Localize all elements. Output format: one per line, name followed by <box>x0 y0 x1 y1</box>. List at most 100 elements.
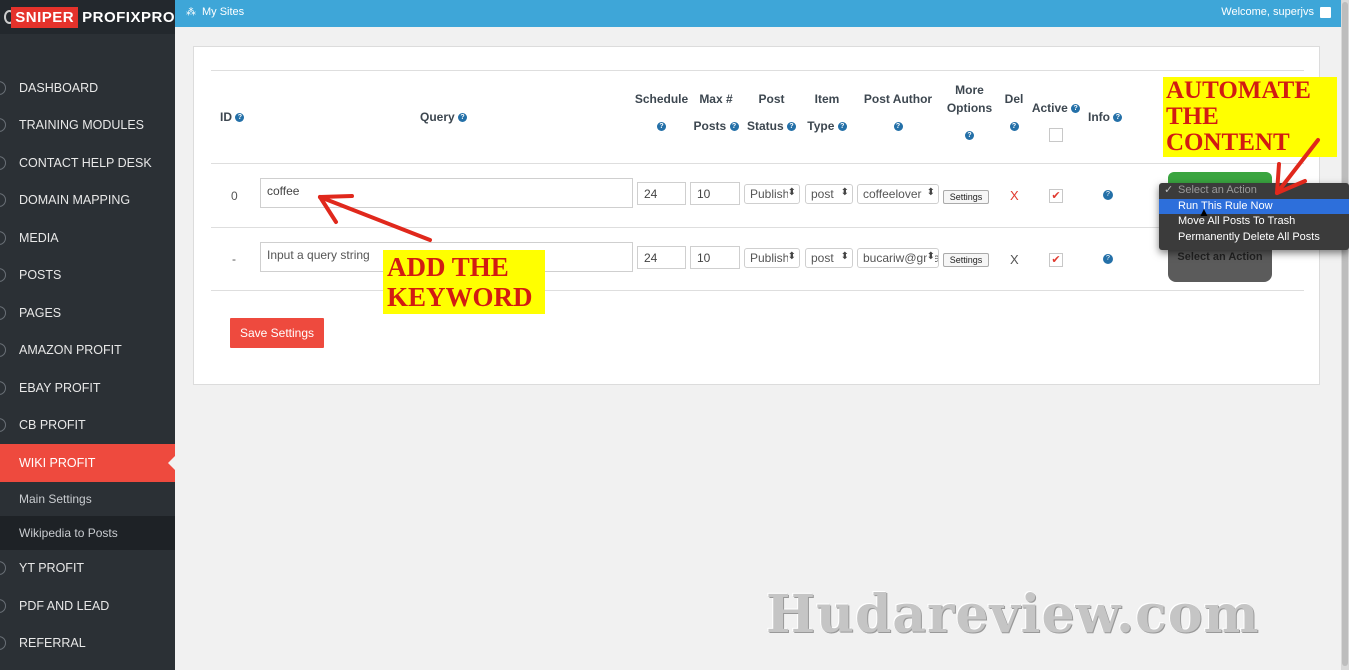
header-post-status: Post Status ? <box>744 90 799 135</box>
info-icon[interactable]: ? <box>1103 254 1113 264</box>
watermark-text: Hudareview.com <box>766 584 1260 645</box>
action-select-label: Select an Action <box>1177 251 1263 263</box>
divider <box>211 290 1304 291</box>
sidebar-subitem-wikipedia-to-posts[interactable]: Wikipedia to Posts <box>0 515 175 550</box>
delete-rule-icon[interactable]: X <box>1010 188 1019 203</box>
help-icon[interactable]: ? <box>1113 113 1123 123</box>
action-dropdown-menu[interactable]: Select an Action Run This Rule Now Move … <box>1159 183 1349 250</box>
circle-icon <box>0 230 6 245</box>
dropdown-option-select-action[interactable]: Select an Action <box>1159 183 1349 199</box>
sidebar-item-posts[interactable]: POSTS <box>0 257 175 295</box>
info-icon[interactable]: ? <box>1103 190 1113 200</box>
page-scrollbar[interactable] <box>1341 0 1349 670</box>
header-schedule: Schedule? <box>634 92 689 132</box>
sidebar-item-label: DOMAIN MAPPING <box>19 193 131 208</box>
sidebar-subitem-label: Wikipedia to Posts <box>19 525 118 540</box>
sidebar-item-ebay-profit[interactable]: EBAY PROFIT <box>0 369 175 407</box>
sidebar-item-dashboard[interactable]: DASHBOARD <box>0 69 175 107</box>
help-icon[interactable]: ? <box>1009 122 1019 132</box>
settings-button[interactable]: Settings <box>943 190 989 204</box>
help-icon[interactable]: ? <box>657 122 666 132</box>
row-id: - <box>232 252 236 266</box>
circle-icon <box>0 636 6 651</box>
sidebar-item-yt-profit[interactable]: YT PROFIT <box>0 550 175 588</box>
welcome-text: Welcome, superjvs <box>1221 6 1314 18</box>
circle-icon <box>0 118 6 133</box>
query-input[interactable]: coffee <box>260 178 633 208</box>
sidebar-subitem-main-settings[interactable]: Main Settings <box>0 482 175 516</box>
dropdown-option-run-rule[interactable]: Run This Rule Now <box>1159 198 1349 214</box>
help-icon[interactable]: ? <box>1071 104 1081 114</box>
circle-icon <box>0 268 6 283</box>
sidebar-item-amazon-profit[interactable]: AMAZON PROFIT <box>0 332 175 370</box>
circle-icon <box>0 80 6 95</box>
header-post-author: Post Author? <box>863 92 933 132</box>
post-status-select[interactable]: Publish <box>744 248 800 268</box>
help-icon[interactable]: ? <box>729 122 739 132</box>
sidebar-item-training-modules[interactable]: TRAINING MODULES <box>0 107 175 145</box>
user-account-menu[interactable]: Welcome, superjvs <box>1221 6 1331 18</box>
sidebar-nav: DASHBOARD TRAINING MODULES CONTACT HELP … <box>0 69 175 662</box>
active-checkbox[interactable]: ✔ <box>1049 189 1063 203</box>
sidebar-item-pages[interactable]: PAGES <box>0 294 175 332</box>
item-type-select[interactable]: post <box>805 248 853 268</box>
annotation-automate-content: AUTOMATE THE CONTENT <box>1163 77 1337 157</box>
sidebar-item-wiki-profit[interactable]: WIKI PROFIT <box>0 444 175 482</box>
admin-top-bar: ⁂ My Sites Welcome, superjvs <box>175 0 1341 27</box>
sidebar-subitem-label: Main Settings <box>19 491 92 506</box>
circle-icon <box>0 380 6 395</box>
circle-icon <box>0 305 6 320</box>
sidebar-item-media[interactable]: MEDIA <box>0 219 175 257</box>
rules-panel: ID ? Query ? Schedule? Max # Posts ? Post… <box>193 46 1320 385</box>
header-info: Info ? <box>1088 108 1123 126</box>
help-icon[interactable]: ? <box>837 122 847 132</box>
sidebar-item-label: WIKI PROFIT <box>19 455 96 470</box>
item-type-select[interactable]: post <box>805 184 853 204</box>
sidebar-item-label: AMAZON PROFIT <box>19 343 122 358</box>
sidebar-item-label: DASHBOARD <box>19 80 99 95</box>
dropdown-option-delete-posts[interactable]: Permanently Delete All Posts <box>1159 230 1349 246</box>
sites-network-icon: ⁂ <box>186 6 196 18</box>
sidebar-item-pdf-and-lead[interactable]: PDF AND LEAD <box>0 587 175 625</box>
sidebar-item-label: CONTACT HELP DESK <box>19 155 152 170</box>
max-posts-input[interactable]: 10 <box>690 246 740 269</box>
post-status-select[interactable]: Publish <box>744 184 800 204</box>
circle-icon <box>0 155 6 170</box>
save-settings-button[interactable]: Save Settings <box>230 318 324 348</box>
circle-icon <box>0 598 6 613</box>
delete-rule-icon[interactable]: X <box>1010 252 1019 267</box>
app-logo[interactable]: SNIPER PROFIXPRO <box>0 0 175 34</box>
max-posts-input[interactable]: 10 <box>690 182 740 205</box>
sidebar: SNIPER PROFIXPRO DASHBOARD TRAINING MODU… <box>0 0 175 670</box>
sidebar-item-cb-profit[interactable]: CB PROFIT <box>0 407 175 445</box>
select-all-active-checkbox[interactable] <box>1049 128 1063 142</box>
help-icon[interactable]: ? <box>787 122 797 132</box>
header-item-type: Item Type ? <box>802 90 852 135</box>
schedule-input[interactable]: 24 <box>637 246 686 269</box>
sidebar-item-label: TRAINING MODULES <box>19 118 145 133</box>
active-checkbox[interactable]: ✔ <box>1049 253 1063 267</box>
circle-icon <box>0 343 6 358</box>
help-icon[interactable]: ? <box>965 131 974 141</box>
annotation-add-keyword: ADD THE KEYWORD <box>383 250 545 314</box>
header-more-options: More Options? <box>946 83 993 141</box>
help-icon[interactable]: ? <box>235 113 245 123</box>
settings-button[interactable]: Settings <box>943 253 989 267</box>
sidebar-item-label: PDF AND LEAD <box>19 598 110 613</box>
sidebar-item-domain-mapping[interactable]: DOMAIN MAPPING <box>0 182 175 220</box>
sidebar-item-referral[interactable]: REFERRAL <box>0 625 175 663</box>
post-author-select[interactable]: bucariw@gmail.com <box>857 248 939 268</box>
logo-sniper-text: SNIPER <box>11 6 79 28</box>
divider <box>211 163 1304 164</box>
mouse-cursor-icon: ▲ <box>1198 205 1210 219</box>
my-sites-link[interactable]: ⁂ My Sites <box>186 6 244 18</box>
sidebar-item-contact-help-desk[interactable]: CONTACT HELP DESK <box>0 144 175 182</box>
schedule-input[interactable]: 24 <box>637 182 686 205</box>
post-author-select[interactable]: coffeelover <box>857 184 939 204</box>
dropdown-option-trash-posts[interactable]: Move All Posts To Trash <box>1159 214 1349 230</box>
divider <box>211 70 1304 71</box>
help-icon[interactable]: ? <box>893 122 903 132</box>
sidebar-item-label: EBAY PROFIT <box>19 380 101 395</box>
help-icon[interactable]: ? <box>458 113 468 123</box>
scrollbar-thumb[interactable] <box>1342 2 1348 666</box>
